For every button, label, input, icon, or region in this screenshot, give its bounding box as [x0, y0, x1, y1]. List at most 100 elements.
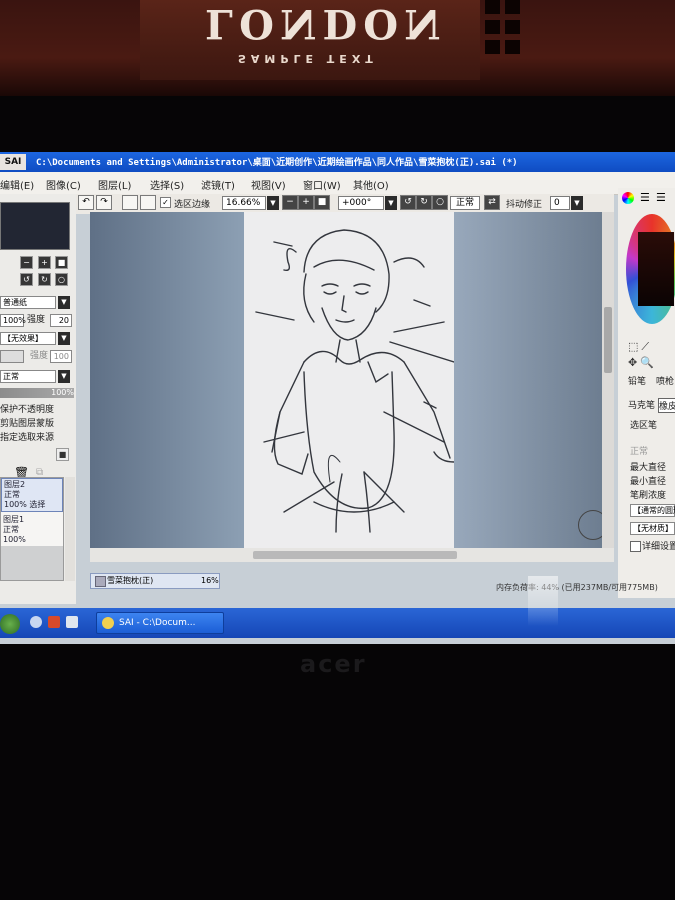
brush-density-label: 笔刷浓度	[630, 491, 667, 501]
layer-mode: 正常	[4, 490, 20, 499]
detail-settings-checkbox[interactable]	[630, 541, 641, 552]
layer-mode: 正常	[3, 525, 19, 534]
rotate-cw-button[interactable]: ↻	[416, 195, 432, 210]
option-clipping-group[interactable]: 剪贴图层蒙版	[0, 417, 72, 431]
undo-button[interactable]: ↶	[78, 195, 94, 210]
texture-scale-field[interactable]: 100%	[0, 314, 26, 327]
effect-scale-field[interactable]	[0, 350, 24, 363]
zoom-dropdown[interactable]: ▼	[267, 196, 279, 210]
redo-button[interactable]: ↷	[96, 195, 112, 210]
memory-status: 内存负荷率: 44% (已用237MB/可用775MB)	[496, 583, 658, 592]
menu-select[interactable]: 选择(S)	[150, 177, 184, 192]
navigator-preview[interactable]	[0, 202, 70, 250]
rotation-field[interactable]: +000°	[338, 196, 384, 210]
layer-row[interactable]: 图层1 正常 100%	[1, 514, 63, 546]
layer-opacity-slider[interactable]: 100%	[0, 388, 74, 398]
paper-texture-dropdown[interactable]: ▼	[58, 296, 70, 309]
layer-name: 图层1	[3, 515, 25, 524]
rotate-ccw-button[interactable]: ↺	[400, 195, 416, 210]
nav-rotate-right-button[interactable]: ↻	[38, 273, 51, 286]
window-title-bar[interactable]: SAI C:\Documents and Settings\Administra…	[0, 152, 675, 172]
rgb-slider-icon[interactable]: ☰	[656, 191, 666, 204]
blend-mode-field[interactable]: 正常	[450, 196, 480, 210]
zoom-reset-button[interactable]: ■	[314, 195, 330, 210]
rotate-reset-button[interactable]: ○	[432, 195, 448, 210]
effect-strength-field[interactable]: 100	[50, 350, 72, 363]
paper-effect-dropdown[interactable]: ▼	[58, 332, 70, 345]
move-zoom-icons[interactable]: ✥🔍	[628, 356, 657, 369]
brush-shape-field[interactable]: 【通常的圆形】	[630, 504, 675, 517]
stabilizer-field[interactable]: 0	[550, 196, 570, 210]
zoom-in-button[interactable]: +	[298, 195, 314, 210]
menu-window[interactable]: 窗口(W)	[303, 177, 341, 192]
zoom-out-button[interactable]: −	[282, 195, 298, 210]
sai-app-icon: SAI	[0, 154, 26, 170]
paper-texture-field[interactable]: 普通纸	[0, 296, 56, 309]
rotation-dropdown[interactable]: ▼	[385, 196, 397, 210]
brush-texture-field[interactable]: 【无材质】	[630, 522, 675, 535]
stabilizer-label: 抖动修正	[506, 200, 543, 210]
nav-zoom-out-button[interactable]: −	[20, 256, 33, 269]
monitor-screen: SAI C:\Documents and Settings\Administra…	[0, 152, 675, 644]
quicklaunch-browser-icon[interactable]	[30, 616, 42, 628]
texture-strength-field[interactable]: 20	[50, 314, 72, 327]
screen-glare	[528, 576, 558, 626]
nav-rotate-reset-button[interactable]: ○	[55, 273, 68, 286]
drawing-canvas[interactable]	[244, 212, 455, 552]
start-button[interactable]	[0, 614, 20, 634]
vertical-scrollbar[interactable]	[602, 212, 614, 552]
tool-marker[interactable]: 马克笔	[628, 398, 655, 411]
canvas-viewport[interactable]	[90, 212, 610, 552]
horizontal-scroll-thumb[interactable]	[253, 551, 457, 559]
brush-mode-label: 正常	[630, 447, 649, 457]
nav-zoom-in-button[interactable]: +	[38, 256, 51, 269]
detail-settings-label: 详细设置	[642, 542, 675, 552]
flip-button[interactable]: ⇄	[484, 195, 500, 210]
swatch-list-icon[interactable]: ☰	[640, 191, 650, 204]
menu-image[interactable]: 图像(C)	[46, 177, 81, 192]
deselect-button[interactable]	[122, 195, 138, 210]
menu-view[interactable]: 视图(V)	[251, 177, 286, 192]
quicklaunch-desktop-icon[interactable]	[66, 616, 78, 628]
layer-panel-button[interactable]: ■	[56, 448, 69, 461]
zoom-field[interactable]: 16.66%	[222, 196, 266, 210]
stabilizer-dropdown[interactable]: ▼	[571, 196, 583, 210]
texture-strength-label: 强度	[27, 315, 46, 325]
document-tab[interactable]: 雪菜抱枕(正) 16%	[90, 573, 220, 589]
tool-airbrush[interactable]: 喷枪	[656, 374, 674, 387]
tool-icons-row[interactable]: ⬚⟋	[628, 340, 652, 354]
taskbar-sai-window[interactable]: SAI - C:\Docum...	[96, 612, 224, 634]
layer-blend-mode-field[interactable]: 正常	[0, 370, 56, 383]
layer-name: 图层2	[4, 480, 26, 489]
layer-list-scrollbar[interactable]	[65, 477, 75, 581]
vertical-scroll-thumb[interactable]	[604, 307, 612, 373]
option-protect-opacity[interactable]: 保护不透明度	[0, 403, 72, 417]
selection-edge-label: 选区边缘	[174, 200, 211, 210]
quicklaunch-app-icon[interactable]	[48, 616, 60, 628]
horizontal-scrollbar[interactable]	[90, 548, 614, 562]
document-name: 雪菜抱枕(正)	[107, 576, 154, 585]
rotate-cw-icon: ↻	[420, 197, 428, 207]
tool-pencil[interactable]: 铅笔	[628, 374, 646, 387]
menu-filter[interactable]: 滤镜(T)	[201, 177, 235, 192]
effect-strength-label: 强度	[30, 351, 49, 361]
layer-blend-dropdown[interactable]: ▼	[58, 370, 70, 383]
tool-eraser[interactable]: 橡皮	[658, 398, 675, 413]
document-zoom: 16%	[201, 576, 219, 585]
invert-selection-button[interactable]	[140, 195, 156, 210]
window-title: C:\Documents and Settings\Administrator\…	[36, 158, 518, 168]
selection-edge-checkbox[interactable]: ✓	[160, 197, 171, 208]
right-tool-panel: ☰ ☰ ⬚⟋ ✥🔍 铅笔 喷枪 马克笔 橡皮 选区笔 正常 最大直径 最小直径 …	[618, 188, 675, 598]
menu-layer[interactable]: 图层(L)	[98, 177, 131, 192]
menu-other[interactable]: 其他(O)	[353, 177, 389, 192]
nav-reset-button[interactable]: ■	[55, 256, 68, 269]
option-selection-source[interactable]: 指定选取来源	[0, 431, 72, 445]
layer-row-selected[interactable]: 图层2 正常 100% 选择	[1, 478, 63, 512]
nav-rotate-left-button[interactable]: ↺	[20, 273, 33, 286]
color-wheel-icon[interactable]	[622, 192, 634, 204]
empty-layer-area	[1, 546, 63, 580]
paper-effect-field[interactable]: 【无效果】	[0, 332, 56, 345]
color-saturation-square[interactable]	[638, 232, 674, 306]
tool-select-pen[interactable]: 选区笔	[630, 418, 657, 431]
menu-edit[interactable]: 编辑(E)	[0, 177, 34, 192]
